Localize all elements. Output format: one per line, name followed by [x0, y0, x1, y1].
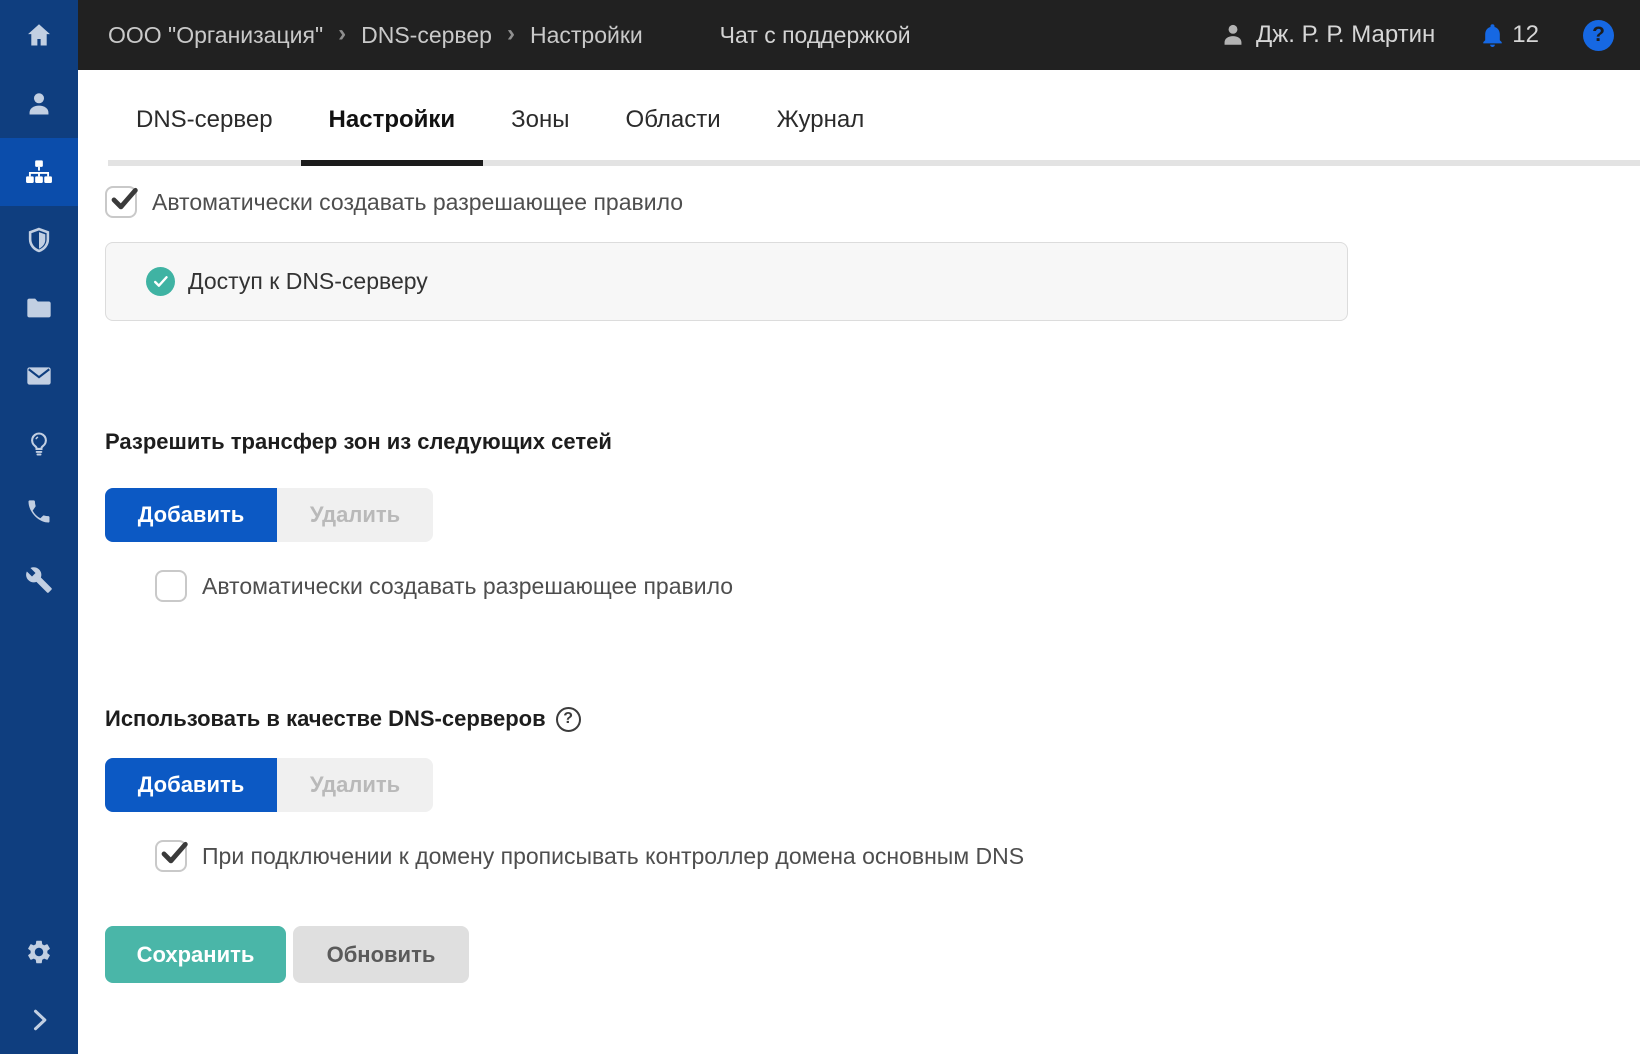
domain-dns-rule-checkbox[interactable]: [155, 840, 188, 872]
dns-servers-title-text: Использовать в качестве DNS-серверов: [105, 706, 546, 731]
domain-dns-rule-row: При подключении к домену прописывать кон…: [155, 840, 1640, 872]
phone-icon: [28, 500, 50, 523]
breadcrumb-separator-icon: ›: [338, 20, 347, 47]
zone-transfer-title-text: Разрешить трансфер зон из следующих сете…: [105, 429, 612, 454]
dns-servers-add-button[interactable]: Добавить: [105, 758, 277, 812]
zone-transfer-button-group: Добавить Удалить: [105, 488, 1640, 542]
sidebar-item-phone[interactable]: [0, 478, 78, 546]
content: DNS-сервер Настройки Зоны Области Журнал…: [78, 70, 1640, 1054]
breadcrumb: ООО "Организация" › DNS-сервер › Настрой…: [108, 20, 720, 49]
app-window: ООО "Организация" › DNS-сервер › Настрой…: [0, 0, 1640, 1054]
zone-transfer-auto-rule-checkbox[interactable]: [155, 570, 187, 602]
sidebar-item-network[interactable]: [0, 138, 78, 206]
sitemap-icon: [26, 160, 52, 183]
lightbulb-icon: [31, 432, 47, 456]
sidebar-item-security[interactable]: [0, 206, 78, 274]
tab-zones[interactable]: Зоны: [483, 106, 597, 160]
topbar: ООО "Организация" › DNS-сервер › Настрой…: [78, 0, 1640, 70]
notification-count-badge: 12: [1512, 21, 1539, 48]
tab-journal[interactable]: Журнал: [749, 106, 893, 160]
home-icon: [28, 24, 50, 46]
sidebar-item-tools[interactable]: [0, 546, 78, 614]
save-button[interactable]: Сохранить: [105, 926, 286, 983]
user-name: Дж. Р. Р. Мартин: [1255, 21, 1436, 48]
sidebar-collapse-button[interactable]: [0, 986, 78, 1054]
dns-servers-title: Использовать в качестве DNS-серверов ?: [105, 706, 1640, 732]
breadcrumb-organization[interactable]: ООО "Организация": [108, 22, 323, 49]
help-button[interactable]: ?: [1583, 19, 1614, 51]
tab-settings[interactable]: Настройки: [300, 106, 484, 166]
wrench-icon: [26, 567, 52, 593]
help-circle-icon[interactable]: ?: [555, 706, 581, 732]
gear-icon: [28, 940, 50, 964]
user-menu[interactable]: Дж. Р. Р. Мартин: [1220, 21, 1435, 49]
enabled-check-icon: [146, 267, 175, 296]
main-area: ООО "Организация" › DNS-сервер › Настрой…: [78, 0, 1640, 1054]
access-rule-panel[interactable]: Доступ к DNS-серверу: [105, 242, 1348, 321]
zone-transfer-auto-rule-label: Автоматически создавать разрешающее прав…: [202, 572, 734, 599]
zone-transfer-auto-rule-row: Автоматически создавать разрешающее прав…: [155, 570, 1640, 602]
tab-areas[interactable]: Области: [598, 106, 749, 160]
user-icon: [1224, 24, 1242, 45]
notifications-button[interactable]: 12: [1479, 21, 1539, 49]
domain-dns-rule-label: При подключении к домену прописывать кон…: [202, 842, 1025, 869]
breadcrumb-dns-server[interactable]: DNS-сервер: [361, 22, 492, 49]
breadcrumb-settings: Настройки: [529, 21, 643, 48]
access-rule-label: Доступ к DNS-серверу: [188, 268, 428, 294]
bell-icon: [1483, 23, 1503, 47]
refresh-button[interactable]: Обновить: [293, 926, 469, 983]
auto-rule-label: Автоматически создавать разрешающее прав…: [152, 188, 684, 215]
tab-dns-server[interactable]: DNS-сервер: [108, 106, 301, 160]
chevron-right-icon: [33, 1009, 47, 1031]
zone-transfer-add-button[interactable]: Добавить: [105, 488, 277, 542]
envelope-icon: [27, 367, 51, 385]
auto-rule-checkbox[interactable]: [105, 186, 138, 218]
dns-servers-delete-button[interactable]: Удалить: [277, 758, 433, 812]
sidebar-item-users[interactable]: [0, 70, 78, 138]
settings-page: Автоматически создавать разрешающее прав…: [78, 186, 1640, 983]
zone-transfer-delete-button[interactable]: Удалить: [277, 488, 433, 542]
sidebar-item-settings[interactable]: [0, 918, 78, 986]
breadcrumb-separator-icon: ›: [506, 20, 515, 47]
topbar-right: Дж. Р. Р. Мартин 12 ?: [911, 19, 1614, 51]
folder-icon: [27, 298, 51, 318]
tab-bar: DNS-сервер Настройки Зоны Области Журнал: [108, 70, 1640, 166]
sidebar-item-files[interactable]: [0, 274, 78, 342]
zone-transfer-title: Разрешить трансфер зон из следующих сете…: [105, 429, 1640, 455]
checkmark-icon: [111, 187, 138, 210]
sidebar: [0, 0, 78, 1054]
form-actions: Сохранить Обновить: [105, 926, 1640, 983]
auto-rule-checkbox-row: Автоматически создавать разрешающее прав…: [105, 186, 1640, 218]
support-chat-link[interactable]: Чат с поддержкой: [720, 22, 911, 49]
checkmark-icon: [161, 841, 188, 864]
sidebar-item-ideas[interactable]: [0, 410, 78, 478]
sidebar-item-home[interactable]: [0, 0, 78, 70]
shield-icon: [28, 227, 50, 253]
user-icon: [29, 93, 49, 115]
question-mark-icon: ?: [1592, 23, 1605, 46]
sidebar-item-mail[interactable]: [0, 342, 78, 410]
dns-servers-button-group: Добавить Удалить: [105, 758, 1640, 812]
